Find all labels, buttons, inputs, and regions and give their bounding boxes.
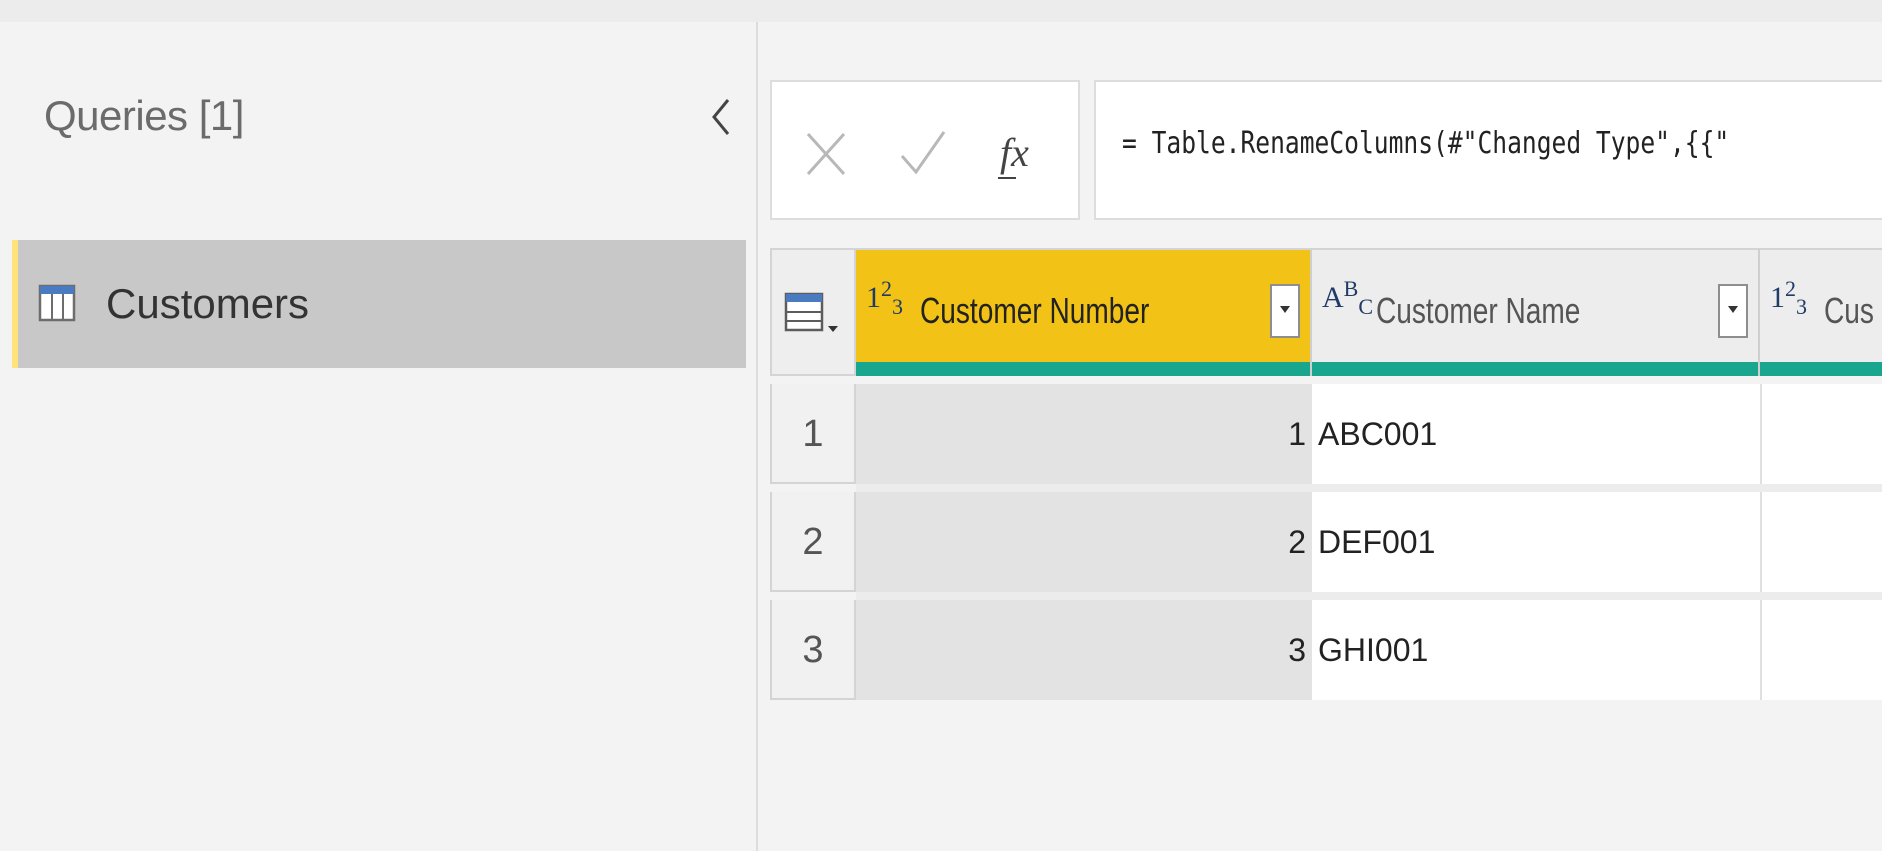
row-number[interactable]: 2 (770, 492, 856, 592)
cell-third[interactable] (1760, 492, 1882, 592)
column-header-customer-name[interactable]: ABC Customer Name (1312, 248, 1760, 376)
column-header-third[interactable]: 123 Cus (1760, 248, 1882, 376)
table-row: 1 1 ABC001 (770, 384, 1882, 492)
row-number[interactable]: 1 (770, 384, 856, 484)
column-quality-bar (856, 362, 1310, 376)
row-divider (856, 592, 1882, 600)
close-icon (794, 132, 858, 202)
filter-dropdown-button[interactable] (1270, 284, 1300, 338)
queries-pane: Queries [1] Customers (0, 22, 758, 851)
table-menu-icon (784, 292, 838, 332)
chevron-left-icon[interactable] (706, 92, 736, 142)
cell-customer-number[interactable]: 1 (856, 384, 1312, 484)
column-title: Customer Number (920, 290, 1150, 331)
table-row: 3 3 GHI001 (770, 600, 1882, 708)
text-type-icon[interactable]: ABC (1322, 276, 1373, 320)
formula-bar[interactable]: = Table.RenameColumns(#"Changed Type",{{… (1094, 80, 1882, 220)
whole-number-type-icon[interactable]: 123 (1770, 276, 1807, 320)
commit-button[interactable] (890, 108, 954, 198)
table-menu-button[interactable] (770, 248, 856, 376)
column-title: Customer Name (1376, 290, 1581, 331)
cell-customer-number[interactable]: 2 (856, 492, 1312, 592)
data-grid: 123 Customer Number ABC Customer Name 12… (770, 248, 1882, 748)
cell-third[interactable] (1760, 600, 1882, 700)
svg-text:fx: fx (1000, 130, 1029, 175)
formula-text[interactable]: = Table.RenameColumns(#"Changed Type",{{… (1122, 126, 1729, 161)
cancel-button[interactable] (794, 108, 858, 198)
cell-third[interactable] (1760, 384, 1882, 484)
column-title: Cus (1824, 290, 1874, 331)
formula-controls: fx (770, 80, 1080, 220)
cell-customer-name[interactable]: DEF001 (1312, 492, 1760, 592)
check-icon (890, 131, 954, 202)
insert-function-button[interactable]: fx (986, 108, 1050, 198)
fx-icon: fx (998, 130, 1029, 179)
grid-header: 123 Customer Number ABC Customer Name 12… (770, 248, 1882, 376)
column-quality-bar (1760, 362, 1882, 376)
query-item-label: Customers (106, 280, 310, 327)
filter-dropdown-button[interactable] (1718, 284, 1748, 338)
column-quality-bar (1312, 362, 1758, 376)
table-icon (38, 284, 76, 322)
ribbon-edge (0, 0, 1882, 23)
query-item-customers[interactable]: Customers (12, 240, 746, 368)
row-divider (856, 484, 1882, 492)
power-query-editor: Queries [1] Customers fx = Table.RenameC… (0, 0, 1882, 851)
cell-customer-number[interactable]: 3 (856, 600, 1312, 700)
cell-customer-name[interactable]: ABC001 (1312, 384, 1760, 484)
row-number[interactable]: 3 (770, 600, 856, 700)
column-header-customer-number[interactable]: 123 Customer Number (856, 248, 1312, 376)
cell-customer-name[interactable]: GHI001 (1312, 600, 1760, 700)
whole-number-type-icon[interactable]: 123 (866, 276, 903, 320)
main-area: fx = Table.RenameColumns(#"Changed Type"… (758, 22, 1882, 851)
table-row: 2 2 DEF001 (770, 492, 1882, 600)
queries-pane-title: Queries [1] (44, 92, 244, 139)
